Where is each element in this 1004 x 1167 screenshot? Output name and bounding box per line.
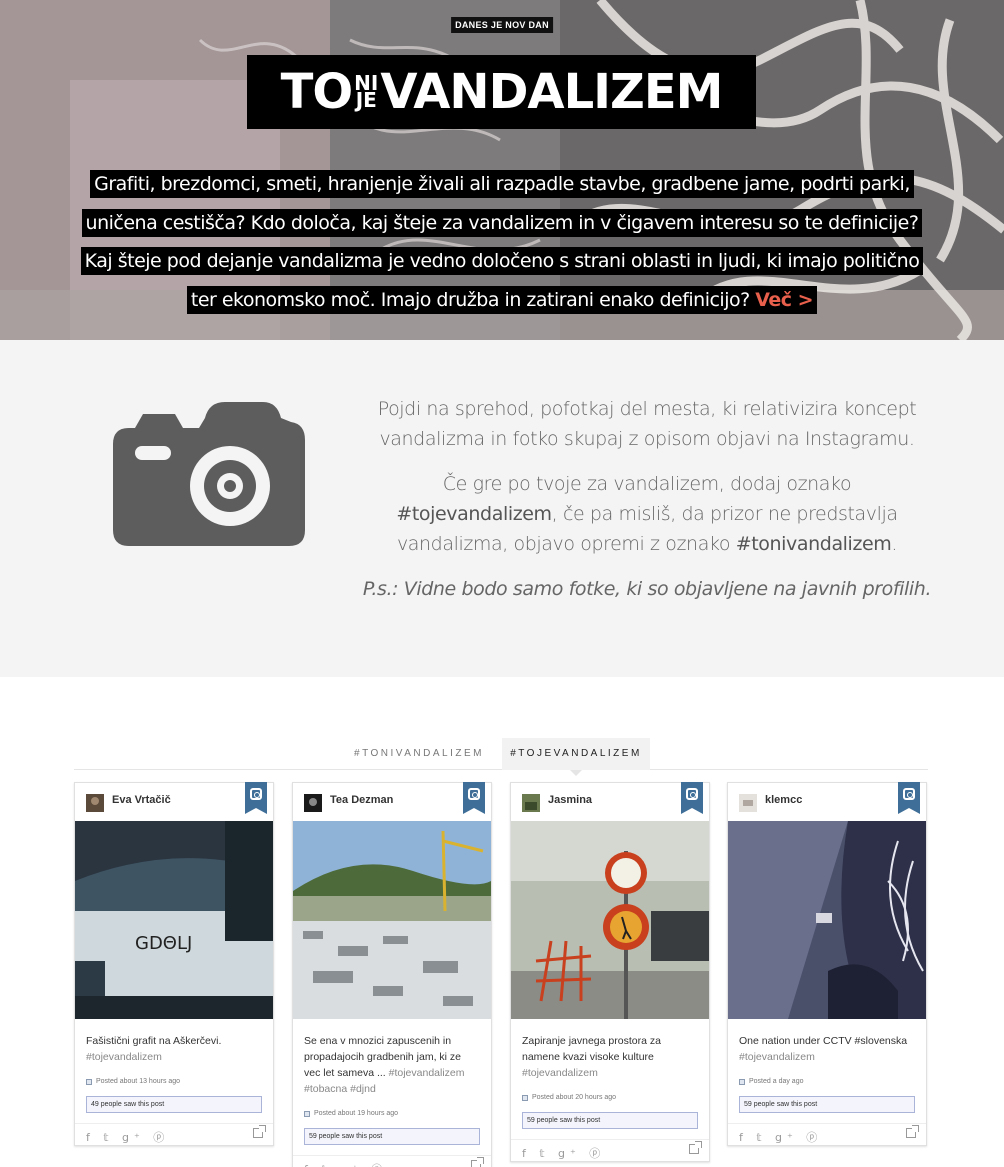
post-card[interactable]: Jasmina Zapiranje javnega prostora za na… — [510, 782, 710, 1162]
instagram-icon[interactable] — [681, 782, 703, 814]
logo-to: TO — [280, 64, 354, 120]
card-username[interactable]: Eva Vrtačič — [112, 794, 171, 806]
card-views: 59 people saw this post — [739, 1096, 915, 1113]
avatar[interactable] — [522, 794, 540, 812]
hero: DANES JE NOV DAN TO NI JE VANDALIZEM Gra… — [0, 0, 1004, 340]
hashtag-tabs: #TONIVANDALIZEM #TOJEVANDALIZEM — [74, 738, 928, 776]
hashtag-tojevandalizem: #tojevandalizem — [396, 503, 552, 525]
card-tags[interactable]: #tojevandalizem — [739, 1051, 815, 1063]
hero-kicker: DANES JE NOV DAN — [451, 17, 553, 33]
instagram-icon[interactable] — [463, 782, 485, 814]
card-views: 59 people saw this post — [522, 1112, 698, 1129]
instructions-p2: Če gre po tvoje za vandalizem, dodaj ozn… — [396, 473, 898, 555]
card-header: Jasmina — [511, 782, 709, 821]
share-icons[interactable]: f 𝕥 g⁺ ⓟ — [739, 1129, 822, 1145]
external-link-icon[interactable] — [906, 1125, 919, 1138]
avatar[interactable] — [739, 794, 757, 812]
card-tags[interactable]: #tojevandalizem — [522, 1067, 598, 1079]
card-footer: f 𝕥 g⁺ ⓟ — [75, 1123, 273, 1145]
card-caption: One nation under CCTV #slovenska #tojevan… — [739, 1035, 908, 1063]
post-card[interactable]: klemcc One nation under CCTV #slovenska #… — [727, 782, 927, 1146]
post-image[interactable] — [728, 821, 926, 1019]
avatar[interactable] — [304, 794, 322, 812]
instagram-icon[interactable] — [898, 782, 920, 814]
card-header: Tea Dezman — [293, 782, 491, 821]
clock-icon — [522, 1094, 528, 1101]
post-card[interactable]: Eva Vrtačič GDΘLJ Fašistični grafit na A… — [74, 782, 274, 1146]
graffiti-text: GDΘLJ — [135, 933, 192, 954]
clock-icon — [739, 1078, 745, 1085]
external-link-icon[interactable] — [689, 1141, 702, 1154]
instructions-ps: P.s.: Vidne bodo samo fotke, ki so objav… — [362, 578, 932, 600]
avatar[interactable] — [86, 794, 104, 812]
share-icons[interactable]: f 𝕥 g⁺ ⓟ — [304, 1161, 387, 1167]
hero-line: Grafiti, brezdomci, smeti, hranjenje živ… — [90, 170, 914, 198]
share-icons[interactable]: f 𝕥 g⁺ ⓟ — [522, 1145, 605, 1161]
card-views: 49 people saw this post — [86, 1096, 262, 1113]
clock-icon — [86, 1078, 92, 1085]
card-body: Se ena v mnozici zapuscenih in propadajo… — [293, 1019, 491, 1145]
card-username[interactable]: Tea Dezman — [330, 794, 393, 806]
post-image[interactable]: GDΘLJ — [75, 821, 273, 1019]
card-header: Eva Vrtačič — [75, 782, 273, 821]
share-icons[interactable]: f 𝕥 g⁺ ⓟ — [86, 1129, 169, 1145]
card-posted: Posted about 13 hours ago — [86, 1078, 262, 1085]
card-body: One nation under CCTV #slovenska #tojevan… — [728, 1019, 926, 1113]
card-posted: Posted about 19 hours ago — [304, 1110, 480, 1117]
camera-icon — [113, 402, 305, 546]
hero-description: Grafiti, brezdomci, smeti, hranjenje živ… — [60, 165, 944, 319]
card-posted: Posted a day ago — [739, 1078, 915, 1085]
card-username[interactable]: klemcc — [765, 794, 802, 806]
site-logo[interactable]: TO NI JE VANDALIZEM — [247, 55, 756, 129]
external-link-icon[interactable] — [471, 1157, 484, 1167]
tab-tojevandalizem[interactable]: #TOJEVANDALIZEM — [502, 738, 650, 776]
card-header: klemcc — [728, 782, 926, 821]
hero-line: Kaj šteje pod dejanje vandalizma je vedn… — [80, 247, 924, 275]
hashtag-tonivandalizem: #tonivandalizem — [735, 533, 892, 555]
more-link[interactable]: Več > — [755, 289, 813, 311]
logo-stack: NI JE — [354, 73, 378, 112]
logo-je: JE — [355, 88, 377, 112]
card-caption: Fašistični grafit na Aškerčevi. #tojevand… — [86, 1035, 222, 1063]
card-footer: f 𝕥 g⁺ ⓟ — [293, 1155, 491, 1167]
card-caption: Zapiranje javnega prostora za namene kva… — [522, 1035, 661, 1079]
instructions-p1: Pojdi na sprehod, pofotkaj del mesta, ki… — [377, 398, 917, 450]
card-username[interactable]: Jasmina — [548, 794, 592, 806]
post-card[interactable]: Tea Dezman Se ena v mnozici zapuscenih i… — [292, 782, 492, 1167]
post-image[interactable] — [511, 821, 709, 1019]
card-caption: Se ena v mnozici zapuscenih in propadajo… — [304, 1035, 465, 1095]
instructions-text: Pojdi na sprehod, pofotkaj del mesta, ki… — [362, 394, 932, 619]
card-posted: Posted about 20 hours ago — [522, 1094, 698, 1101]
card-views: 59 people saw this post — [304, 1128, 480, 1145]
post-image[interactable] — [293, 821, 491, 1019]
card-tags[interactable]: #tojevandalizem — [86, 1051, 162, 1063]
card-footer: f 𝕥 g⁺ ⓟ — [728, 1123, 926, 1145]
card-body: Zapiranje javnega prostora za namene kva… — [511, 1019, 709, 1129]
logo-vandalizem: VANDALIZEM — [380, 64, 723, 120]
tab-tonivandalizem[interactable]: #TONIVANDALIZEM — [354, 738, 484, 770]
card-footer: f 𝕥 g⁺ ⓟ — [511, 1139, 709, 1161]
instructions-section: Pojdi na sprehod, pofotkaj del mesta, ki… — [0, 340, 1004, 677]
card-body: Fašistični grafit na Aškerčevi. #tojevand… — [75, 1019, 273, 1113]
hero-line: ter ekonomsko moč. Imajo družba in zatir… — [186, 285, 818, 314]
instagram-icon[interactable] — [245, 782, 267, 814]
hero-line: uničena cestišča? Kdo določa, kaj šteje … — [81, 208, 923, 237]
external-link-icon[interactable] — [253, 1125, 266, 1138]
clock-icon — [304, 1110, 310, 1117]
